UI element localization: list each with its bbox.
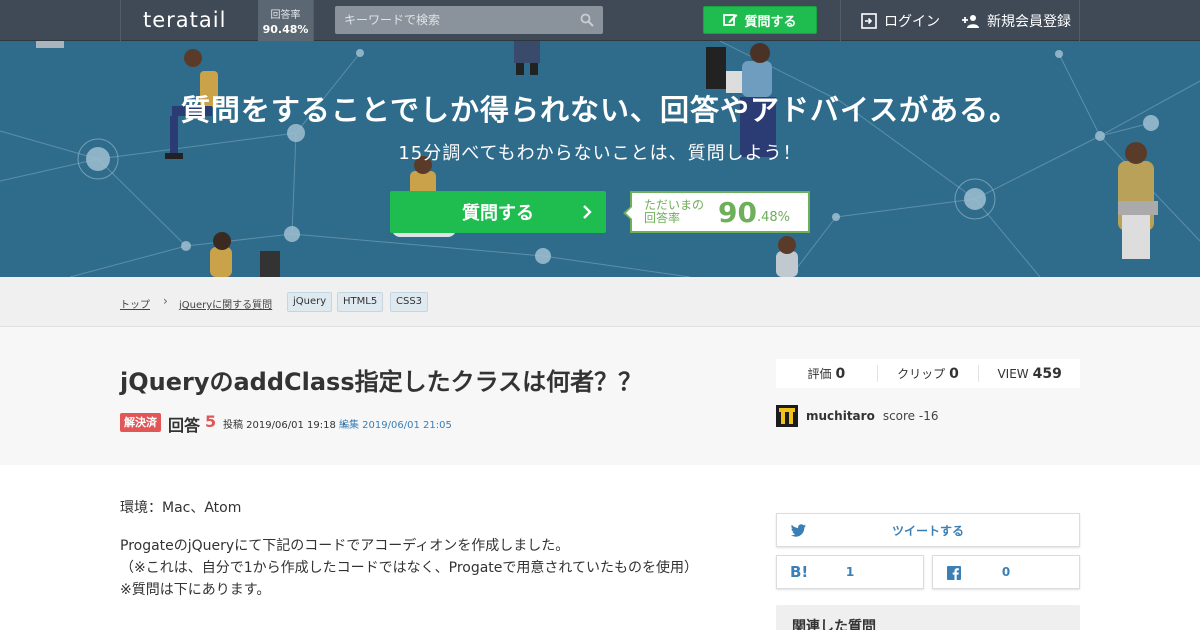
answer-rate-label: 回答率 (270, 10, 301, 21)
signup-label: 新規会員登録 (987, 13, 1071, 30)
answer-rate-box: 回答率 90.48% (258, 0, 313, 41)
answers-count[interactable]: 5 (205, 412, 216, 431)
tag-jquery[interactable]: jQuery (287, 292, 333, 312)
hero-banner: 質問をすることでしか得られない、回答やアドバイスがある。 15分調べてもわからな… (0, 41, 1200, 277)
rating-label: 評価 (807, 367, 832, 381)
hero-rate-label-2: 回答率 (644, 211, 681, 225)
hero-subtitle: 15分調べてもわからないことは、質問しよう！ (398, 143, 802, 164)
search-icon[interactable] (580, 13, 594, 27)
hatena-bookmark-button[interactable]: B! 1 (776, 555, 924, 589)
clip-stat: クリップ 0 (878, 365, 980, 382)
body-line: ProgateのjQueryにて下記のコードでアコーディオンを作成しました。 (120, 538, 570, 554)
breadcrumb-category[interactable]: jQueryに関する質問 (179, 296, 272, 311)
rating-value: 0 (835, 366, 846, 382)
view-label: VIEW (997, 366, 1029, 381)
question-title: jQueryのaddClass指定したクラスは何者？？ (120, 368, 643, 396)
question-stats: 評価 0 クリップ 0 VIEW 459 (776, 359, 1080, 388)
search-input[interactable] (335, 6, 565, 34)
ask-question-button[interactable]: 質問する (703, 6, 817, 34)
avatar-image (776, 405, 798, 427)
question-author[interactable]: muchitaro score -16 (776, 405, 938, 427)
breadcrumb-separator: › (163, 294, 168, 308)
nav-divider (313, 0, 314, 41)
twitter-icon (791, 524, 806, 537)
question-header: jQueryのaddClass指定したクラスは何者？？ 解決済 回答 5 投稿 … (0, 327, 1200, 465)
facebook-icon (947, 566, 961, 580)
posted-date: 投稿 2019/06/01 19:18 ・ (223, 420, 349, 431)
related-questions-title: 関連した質問 (792, 619, 876, 630)
hatena-icon: B! (790, 563, 809, 581)
hero-answer-rate-card: ただいまの 回答率 90 .48% (623, 191, 810, 233)
site-logo[interactable]: teratail (143, 8, 226, 32)
hero-ask-button[interactable]: 質問する (390, 191, 606, 233)
nav-divider (1079, 0, 1080, 41)
breadcrumb-top[interactable]: トップ (120, 296, 150, 311)
avatar[interactable] (776, 405, 798, 427)
related-questions-panel: 関連した質問 (776, 605, 1080, 630)
nav-divider (840, 0, 841, 41)
tweet-label: ツイートする (891, 523, 964, 538)
breadcrumb: トップ › jQueryに関する質問 jQuery HTML5 CSS3 (0, 277, 1200, 327)
chevron-right-icon (583, 205, 592, 219)
clip-label: クリップ (897, 367, 946, 381)
hero-ask-label: 質問する (462, 203, 534, 224)
signup-link[interactable]: 新規会員登録 (962, 0, 1071, 41)
body-environment: 環境：Mac、Atom (120, 500, 242, 516)
facebook-share-button[interactable]: 0 (932, 555, 1080, 589)
nav-divider (120, 0, 121, 41)
author-score: score -16 (882, 409, 939, 423)
hero-rate-decimal: .48% (756, 209, 790, 225)
answer-rate-value: 90.48% (262, 23, 309, 36)
hero-title: 質問をすることでしか得られない、回答やアドバイスがある。 (180, 93, 1020, 127)
tweet-button[interactable]: ツイートする (776, 513, 1080, 547)
tag-html5[interactable]: HTML5 (337, 292, 384, 312)
ask-question-label: 質問する (744, 14, 797, 30)
hero-rate-label: ただいまの 回答率 (644, 199, 714, 225)
author-name[interactable]: muchitaro (806, 409, 875, 423)
answers-label: 回答 (168, 416, 201, 435)
view-value: 459 (1032, 365, 1062, 382)
login-link[interactable]: ログイン (861, 0, 940, 41)
add-user-icon (962, 14, 979, 28)
login-icon (861, 12, 877, 29)
search-box[interactable] (335, 6, 603, 34)
rating-stat: 評価 0 (776, 365, 878, 382)
clip-value: 0 (949, 366, 959, 382)
edited-date-link[interactable]: 編集 2019/06/01 21:05 (339, 416, 452, 431)
view-stat: VIEW 459 (979, 366, 1080, 382)
hero-rate-integer: 90 (718, 195, 757, 229)
login-label: ログイン (884, 13, 940, 30)
tag-css3[interactable]: CSS3 (390, 292, 429, 312)
edit-icon (723, 14, 738, 26)
top-navbar: teratail 回答率 90.48% 質問する ログイン 新規会員登録 (0, 0, 1200, 41)
body-line: （※これは、自分で1から作成したコードではなく、Progateで用意されていたも… (120, 560, 698, 576)
body-line: ※質問は下にあります。 (120, 582, 271, 598)
status-badge: 解決済 (120, 413, 161, 432)
